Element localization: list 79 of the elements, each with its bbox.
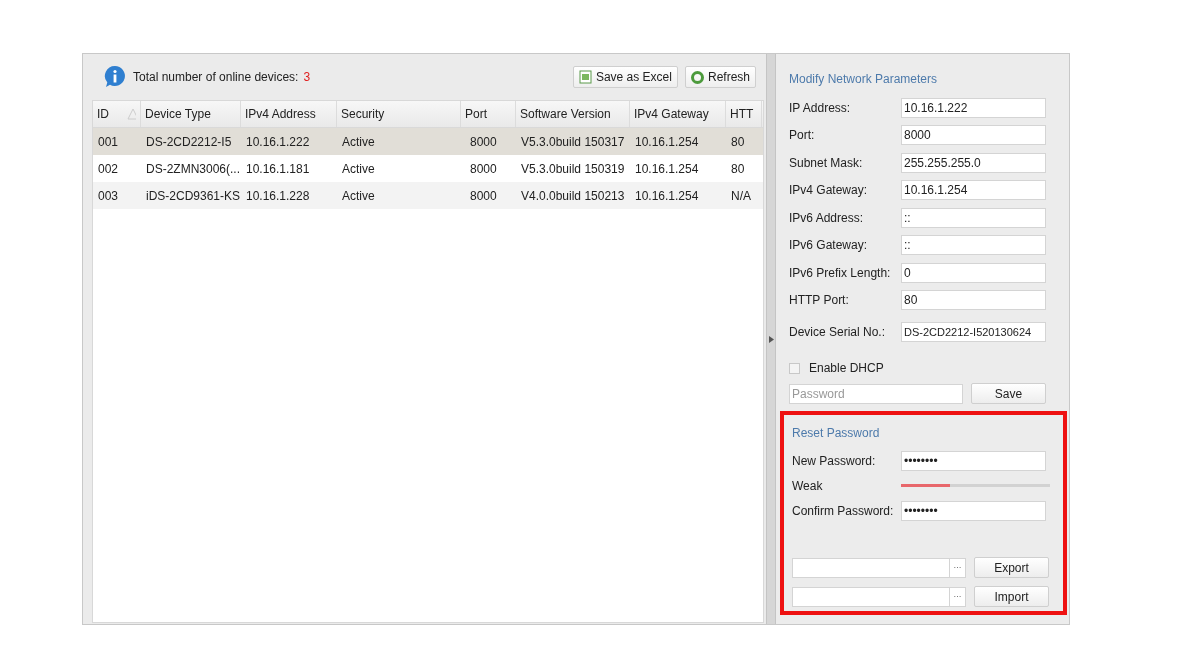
input-field[interactable]: 10.16.1.222 — [901, 97, 1046, 118]
field-label: Confirm Password: — [792, 502, 895, 520]
field-label: New Password: — [792, 452, 877, 470]
table-row[interactable]: 001 DS-2CD2212-I5 10.16.1.222 Active 8000 V5.3.0build 150317 10.16.1.254 80 — [93, 128, 763, 155]
column-header[interactable]: Security — [337, 101, 461, 127]
splitter[interactable] — [766, 54, 776, 624]
browse-button[interactable]: ··· — [949, 558, 965, 577]
sort-icon — [127, 108, 136, 120]
online-devices-count: 3 — [303, 69, 311, 86]
spreadsheet-icon — [578, 70, 592, 84]
input-field[interactable]: 0 — [901, 262, 1046, 283]
column-header[interactable]: IPv4 Gateway — [630, 101, 726, 127]
field-label: IPv6 Gateway: — [789, 237, 869, 255]
field-label: HTTP Port: — [789, 292, 850, 310]
table-cell-text: 003 — [97, 187, 120, 205]
import-button[interactable]: Import — [974, 586, 1049, 607]
table-cell-text: 10.16.1.228 — [245, 187, 311, 205]
input-field[interactable]: 8000 — [901, 125, 1046, 146]
input-field[interactable]: :: — [901, 207, 1046, 228]
table-cell-text: 80 — [730, 160, 746, 178]
field-label: Port: — [789, 127, 816, 145]
input-field[interactable]: •••••••• — [901, 450, 1046, 471]
input-field[interactable]: •••••••• — [901, 500, 1046, 521]
field-label: Device Serial No.: — [789, 324, 887, 341]
save-as-excel-button[interactable]: Save as Excel — [572, 66, 678, 88]
input-field[interactable]: 10.16.1.254 — [901, 180, 1046, 201]
table-cell-text: iDS-2CD9361-KS — [145, 187, 241, 205]
checkbox-label: Enable DHCP — [809, 360, 884, 377]
input-field[interactable]: 80 — [901, 290, 1046, 311]
field-label: Subnet Mask: — [789, 154, 864, 172]
column-header[interactable]: Device Type — [141, 101, 241, 127]
refresh-button[interactable]: Refresh — [684, 66, 756, 88]
input-field[interactable]: 255.255.255.0 — [901, 152, 1046, 173]
section-title: Reset Password — [792, 425, 881, 442]
field-label: IPv4 Gateway: — [789, 182, 869, 200]
column-header[interactable]: Software Version — [516, 101, 630, 127]
save-button[interactable]: Save — [971, 383, 1046, 404]
table-cell-text: 10.16.1.222 — [245, 133, 311, 151]
strength-label: Weak — [792, 477, 824, 495]
table-cell-text: DS-2CD2212-I5 — [145, 133, 233, 151]
table-cell-text: DS-2ZMN3006(... — [145, 160, 241, 178]
checkbox[interactable] — [789, 362, 800, 374]
table-cell-text: Active — [341, 160, 376, 178]
file-path-field[interactable]: ··· — [792, 557, 966, 578]
table-cell-text: V5.3.0build 150317 — [520, 133, 626, 151]
column-header[interactable]: Port — [461, 101, 516, 127]
online-devices-label: Total number of online devices: — [133, 69, 299, 86]
table-cell-text: 80 — [730, 133, 746, 151]
table-cell-text: 8000 — [469, 133, 498, 151]
input-field[interactable]: Password — [789, 383, 963, 404]
refresh-icon — [690, 70, 704, 84]
table-cell-text: V4.0.0build 150213 — [520, 187, 626, 205]
column-header[interactable]: HTT — [726, 101, 762, 127]
table-cell-text: V5.3.0build 150319 — [520, 160, 626, 178]
field-label: IP Address: — [789, 99, 852, 117]
table-cell-text: Active — [341, 187, 376, 205]
table-row[interactable]: 003 iDS-2CD9361-KS 10.16.1.228 Active 8000 V4.0.0build 150213 10.16.1.254 N/A — [93, 182, 763, 209]
table-cell-text: 001 — [97, 133, 120, 151]
field-label: IPv6 Address: — [789, 209, 865, 227]
field-label: IPv6 Prefix Length: — [789, 264, 892, 282]
input-field[interactable]: :: — [901, 235, 1046, 256]
table-cell-text: N/A — [730, 187, 752, 205]
info-icon — [103, 65, 127, 89]
table-cell-text: 002 — [97, 160, 120, 178]
column-header[interactable]: ID — [93, 101, 141, 127]
collapse-arrow-icon — [768, 335, 774, 343]
table-cell-text: 10.16.1.254 — [634, 187, 700, 205]
export-button[interactable]: Export — [974, 557, 1049, 578]
table-cell-text: Active — [341, 133, 376, 151]
table-cell-text: 10.16.1.254 — [634, 160, 700, 178]
browse-button[interactable]: ··· — [949, 587, 965, 606]
file-path-field[interactable]: ··· — [792, 586, 966, 607]
section-title: Modify Network Parameters — [789, 71, 939, 88]
column-header[interactable]: IPv4 Address — [241, 101, 337, 127]
table-cell-text: 8000 — [469, 187, 498, 205]
table-cell-text: 8000 — [469, 160, 498, 178]
table-cell-text: 10.16.1.181 — [245, 160, 311, 178]
input-field[interactable]: DS-2CD2212-I520130624 — [901, 322, 1046, 342]
table-cell-text: 10.16.1.254 — [634, 133, 700, 151]
